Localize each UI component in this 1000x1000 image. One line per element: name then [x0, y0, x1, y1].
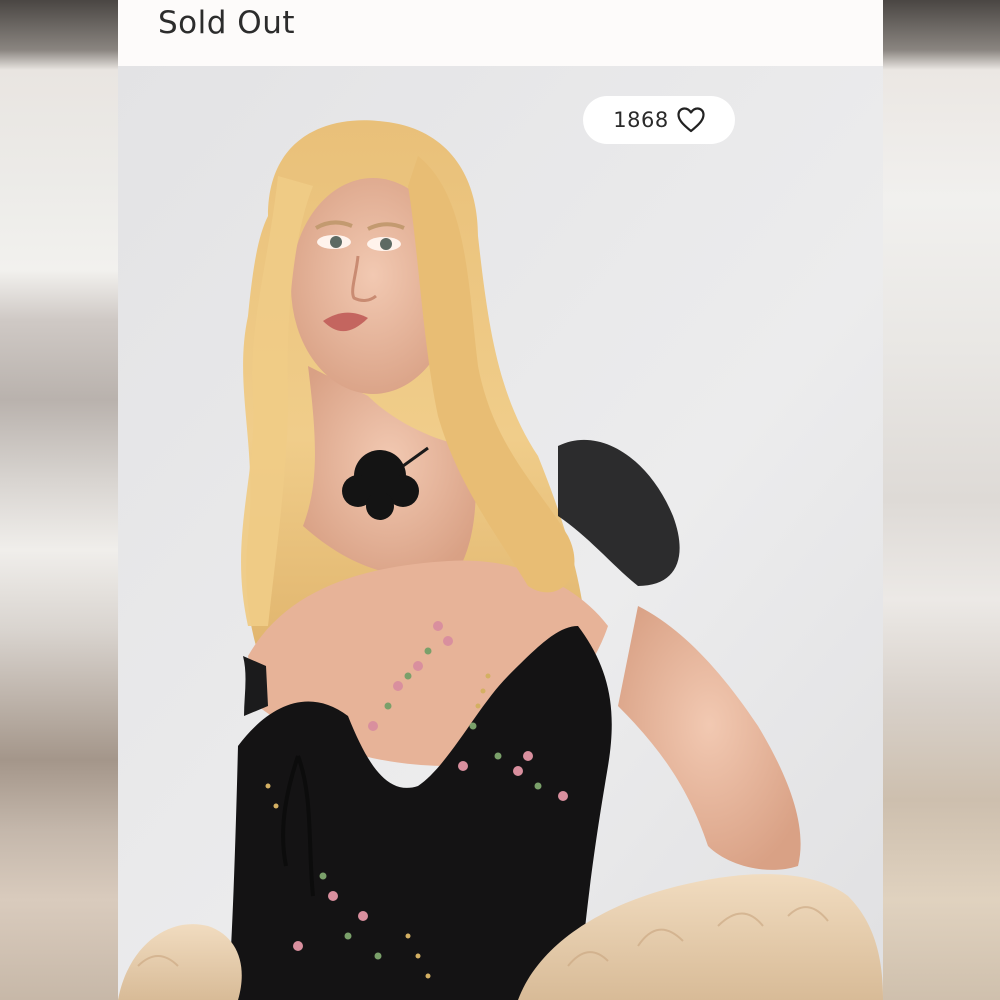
status-bar: Sold Out: [118, 0, 883, 66]
sold-out-label: Sold Out: [158, 5, 295, 41]
like-button[interactable]: 1868: [583, 96, 735, 144]
blurred-background-right: [882, 0, 1000, 1000]
heart-outline-icon: [677, 107, 705, 133]
listing-panel: Sold Out: [118, 0, 883, 1000]
blurred-background-left: [0, 0, 118, 1000]
product-photo[interactable]: [118, 66, 883, 1000]
like-count: 1868: [613, 108, 669, 132]
